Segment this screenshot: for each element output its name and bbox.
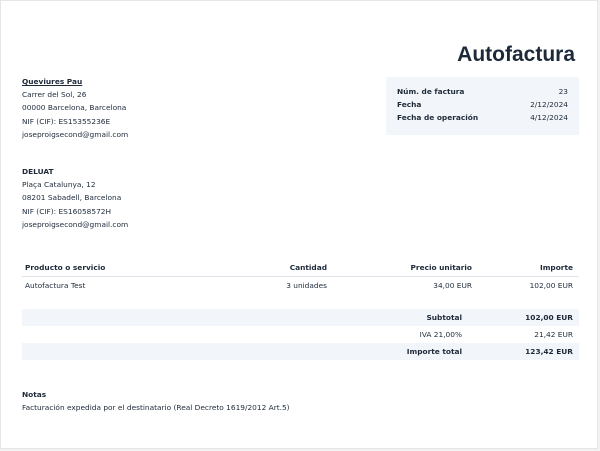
notes-block: Notas Facturación expedida por el destin… (22, 388, 290, 414)
client-address: Plaça Catalunya, 12 (22, 180, 96, 190)
issuer-address: Carrer del Sol, 26 (22, 90, 87, 100)
tax-label: IVA 21,00% (419, 330, 462, 339)
client-block: DELUAT Plaça Catalunya, 12 08201 Sabadel… (22, 165, 128, 231)
invoice-page: Autofactura Queviures Pau Carrer del Sol… (0, 0, 598, 449)
items-table-header: Producto o servicio Cantidad Precio unit… (22, 260, 579, 277)
invoice-meta-panel: Núm. de factura 23 Fecha 2/12/2024 Fecha… (386, 77, 579, 135)
header-amount: Importe (539, 263, 573, 272)
item-product: Autofactura Test (25, 281, 86, 290)
client-tax-id: NIF (CIF): ES16058572H (22, 206, 112, 216)
subtotal-row: Subtotal 102,00 EUR (22, 309, 579, 326)
meta-row-operation-date: Fecha de operación 4/12/2024 (397, 111, 568, 124)
invoice-number: 23 (558, 87, 568, 96)
header-quantity: Cantidad (289, 263, 327, 272)
header-product: Producto o servicio (25, 263, 106, 272)
client-email: joseproigsecond@gmail.com (22, 219, 129, 229)
invoice-date: 2/12/2024 (530, 100, 568, 110)
issuer-email: joseproigsecond@gmail.com (22, 129, 129, 139)
issuer-tax-id: NIF (CIF): ES15355236E (22, 116, 111, 126)
table-row: Autofactura Test 3 unidades 34,00 EUR 10… (22, 277, 579, 294)
issuer-name: Queviures Pau (22, 77, 83, 86)
items-table: Producto o servicio Cantidad Precio unit… (22, 260, 579, 294)
notes-text: Facturación expedida por el destinatario… (22, 403, 290, 412)
subtotal-value: 102,00 EUR (525, 313, 573, 322)
client-city: 08201 Sabadell, Barcelona (22, 193, 122, 203)
notes-heading: Notas (22, 390, 47, 399)
total-label: Importe total (406, 347, 462, 356)
operation-date-label: Fecha de operación (397, 113, 479, 123)
meta-row-date: Fecha 2/12/2024 (397, 98, 568, 111)
tax-row: IVA 21,00% 21,42 EUR (22, 326, 579, 343)
item-amount: 102,00 EUR (529, 281, 573, 290)
meta-row-number: Núm. de factura 23 (397, 85, 568, 98)
item-quantity: 3 unidades (286, 281, 327, 290)
invoice-date-label: Fecha (397, 100, 422, 110)
total-row: Importe total 123,42 EUR (22, 343, 579, 360)
invoice-number-label: Núm. de factura (397, 87, 465, 96)
operation-date: 4/12/2024 (530, 113, 568, 123)
header-unit-price: Precio unitario (410, 263, 472, 272)
subtotal-label: Subtotal (426, 313, 462, 322)
document-title: Autofactura (457, 43, 575, 66)
total-value: 123,42 EUR (525, 347, 573, 356)
client-name: DELUAT (22, 167, 54, 176)
issuer-block: Queviures Pau Carrer del Sol, 26 00000 B… (22, 75, 128, 141)
tax-value: 21,42 EUR (534, 330, 573, 339)
item-unit-price: 34,00 EUR (433, 281, 472, 290)
issuer-city: 00000 Barcelona, Barcelona (22, 103, 127, 113)
totals-block: Subtotal 102,00 EUR IVA 21,00% 21,42 EUR… (22, 309, 579, 360)
